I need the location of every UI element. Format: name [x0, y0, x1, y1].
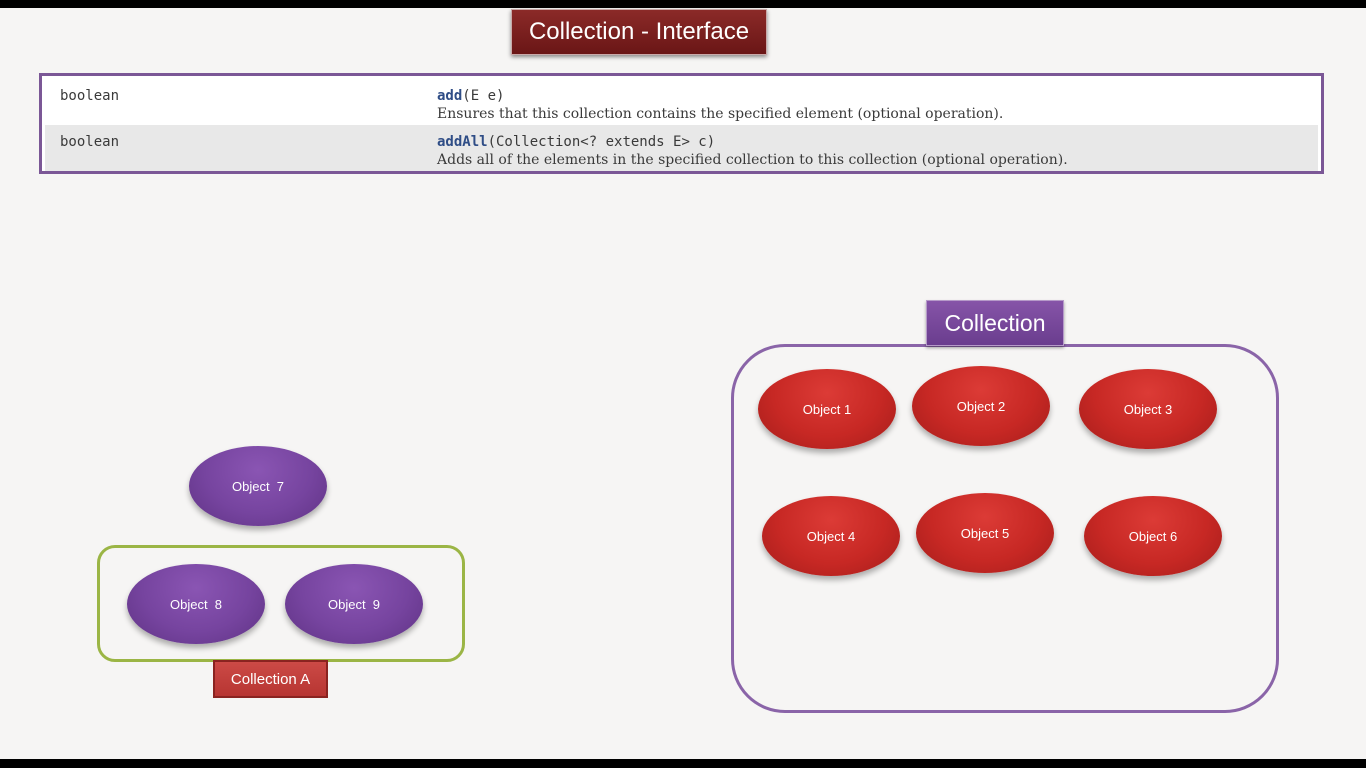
method-name: addAll — [437, 134, 488, 150]
bottom-frame-bar — [0, 759, 1366, 768]
method-signature: addAll(Collection<? extends E> c) — [437, 134, 715, 150]
top-frame-bar — [0, 0, 1366, 8]
object-7: Object 7 — [189, 446, 327, 526]
return-type: boolean — [60, 88, 120, 104]
table-row: boolean addAll(Collection<? extends E> c… — [45, 125, 1318, 171]
diagram-title: Collection - Interface — [511, 9, 767, 55]
object-5: Object 5 — [916, 493, 1054, 573]
collection-a-label: Collection A — [213, 660, 328, 698]
table-row: boolean add(E e) Ensures that this colle… — [45, 79, 1318, 125]
object-9: Object 9 — [285, 564, 423, 644]
method-description: Ensures that this collection contains th… — [437, 106, 1004, 122]
collection-label: Collection — [926, 300, 1064, 346]
method-params: (E e) — [462, 88, 505, 104]
method-params: (Collection<? extends E> c) — [487, 134, 716, 150]
method-summary-table: boolean add(E e) Ensures that this colle… — [39, 73, 1324, 174]
method-name: add — [437, 88, 463, 104]
return-type: boolean — [60, 134, 120, 150]
object-4: Object 4 — [762, 496, 900, 576]
object-1: Object 1 — [758, 369, 896, 449]
method-signature: add(E e) — [437, 88, 504, 104]
object-2: Object 2 — [912, 366, 1050, 446]
object-3: Object 3 — [1079, 369, 1217, 449]
object-6: Object 6 — [1084, 496, 1222, 576]
object-8: Object 8 — [127, 564, 265, 644]
method-description: Adds all of the elements in the specifie… — [437, 152, 1068, 168]
